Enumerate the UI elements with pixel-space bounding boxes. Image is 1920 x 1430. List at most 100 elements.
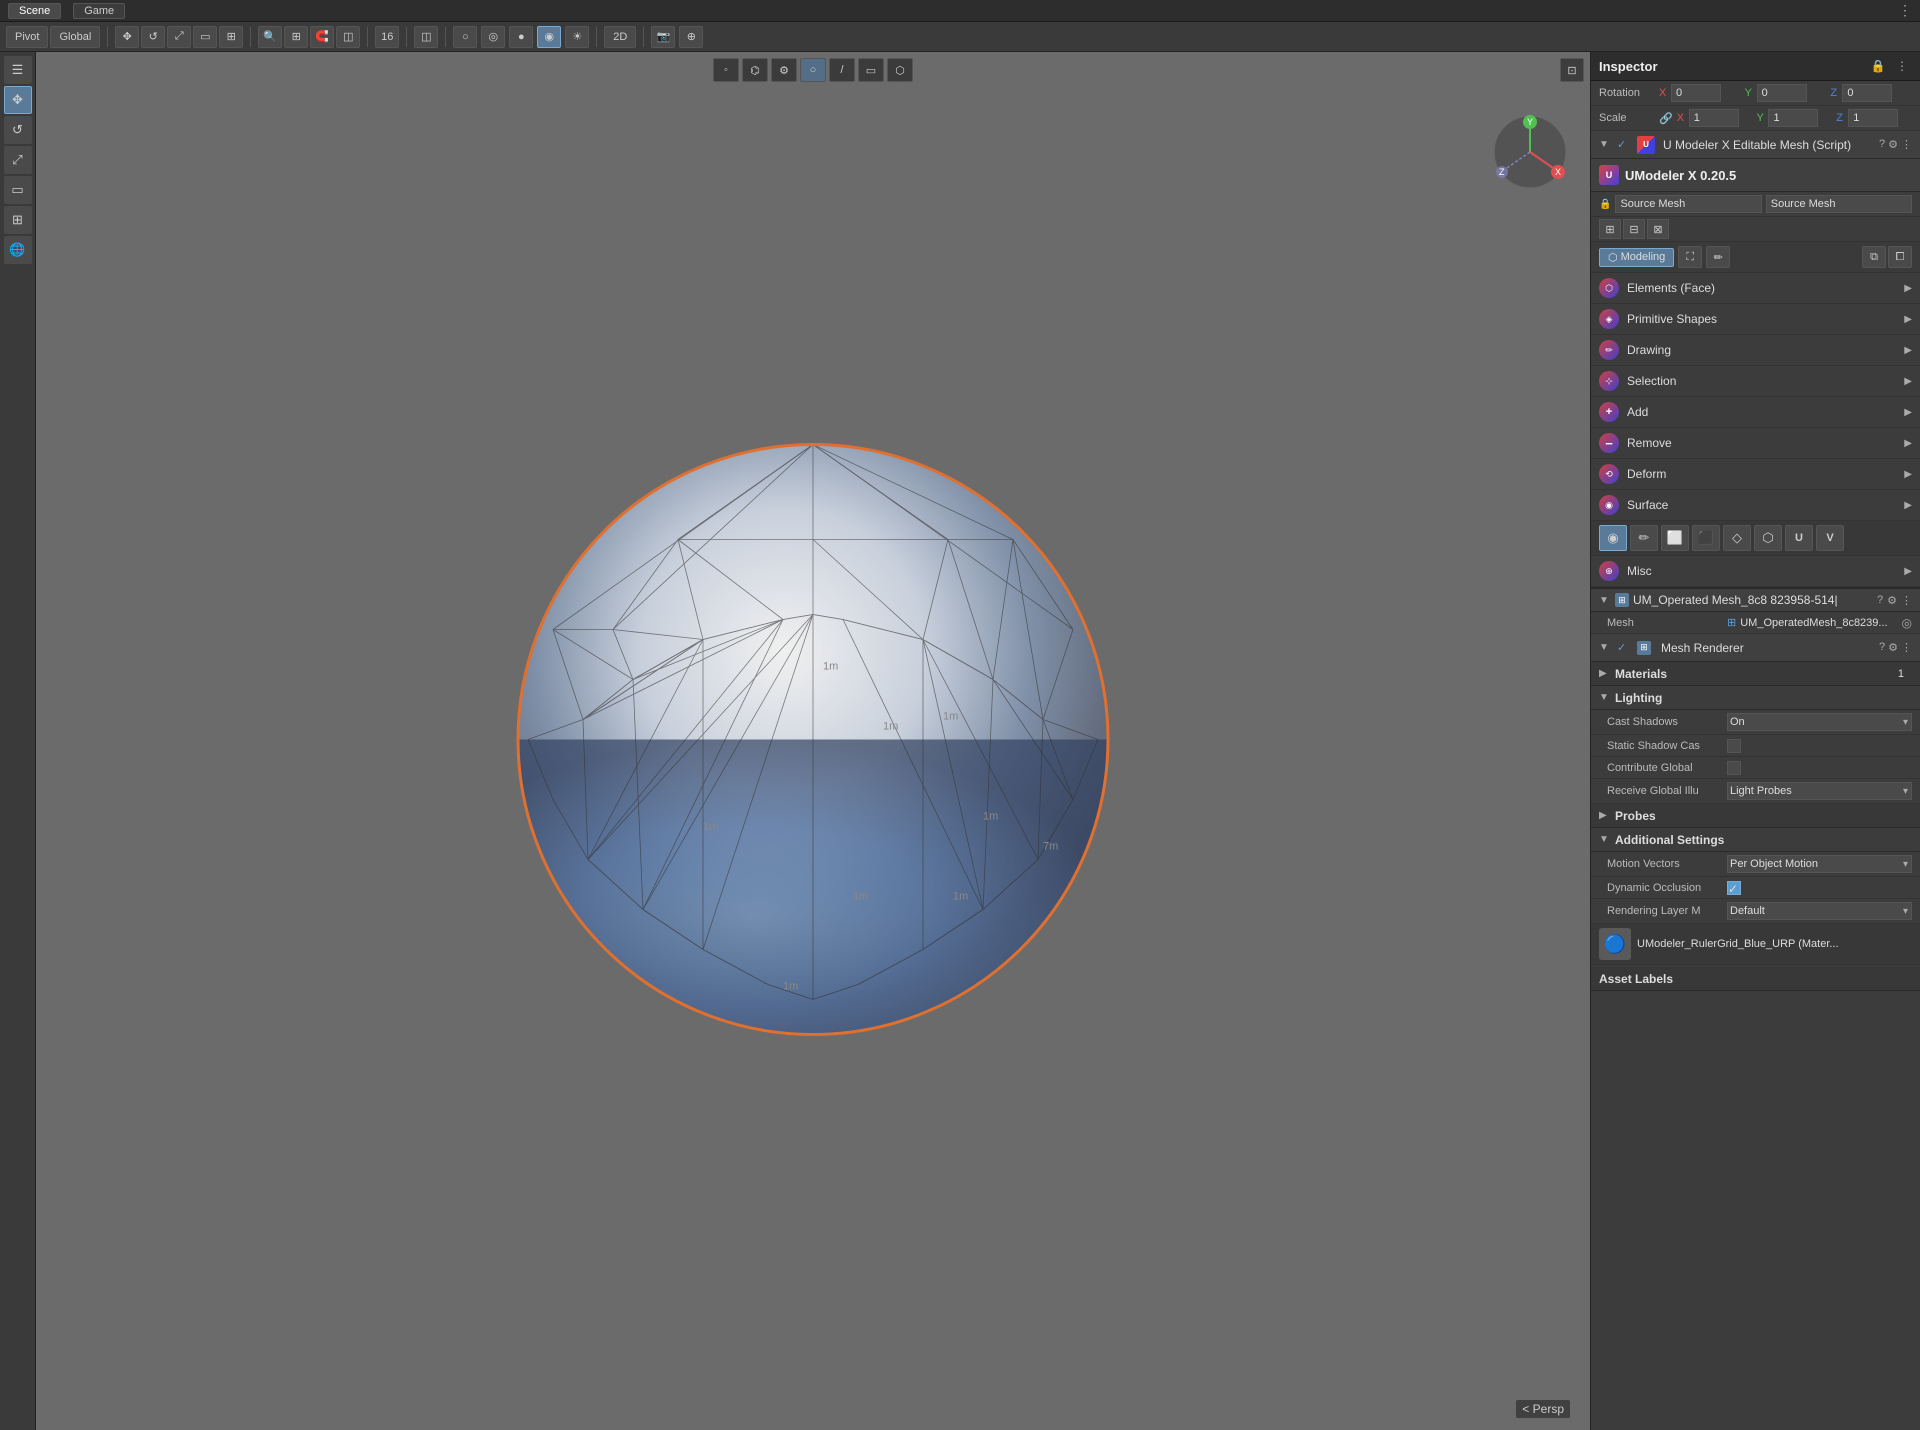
vp-top-right-btn[interactable]: ⊡ (1560, 58, 1584, 82)
2d-btn[interactable]: 2D (604, 26, 636, 48)
palette-square-btn[interactable]: ⬜ (1661, 525, 1689, 551)
pivot-button[interactable]: Pivot (6, 26, 48, 48)
drawing-item[interactable]: ✏ Drawing ▶ (1591, 335, 1920, 366)
modeling-copy-btn[interactable]: ⧉ (1862, 246, 1886, 268)
umodeler-settings-icon[interactable]: ⚙ (1888, 138, 1898, 151)
umodeler-component-header[interactable]: ▼ ✓ U U Modeler X Editable Mesh (Script)… (1591, 131, 1920, 159)
receive-global-dropdown[interactable]: Light Probes Lightmaps (1727, 782, 1912, 800)
circle2-btn[interactable]: ◎ (481, 26, 505, 48)
modeling-tree-btn[interactable]: ⛶ (1678, 246, 1702, 268)
palette-u-btn[interactable]: U (1785, 525, 1813, 551)
search-btn[interactable]: 🔍 (258, 26, 282, 48)
rect-tool-btn[interactable]: ▭ (193, 26, 217, 48)
palette-diamond-btn[interactable]: ◇ (1723, 525, 1751, 551)
probes-header[interactable]: ▶ Probes (1591, 804, 1920, 828)
move-tool-btn[interactable]: ✥ (115, 26, 139, 48)
scale-tool-btn[interactable]: ⤢ (167, 26, 191, 48)
umodeler-check-icon[interactable]: ✓ (1617, 138, 1631, 151)
gizmo-btn[interactable]: ⊕ (679, 26, 703, 48)
inspector-overflow-icon[interactable]: ⋮ (1892, 56, 1912, 76)
palette-v-btn[interactable]: V (1816, 525, 1844, 551)
vp-mode-btn2[interactable]: ⌬ (742, 58, 768, 82)
cast-shadows-select[interactable]: On Off (1727, 713, 1912, 731)
icon-row-btn3[interactable]: ⊠ (1647, 219, 1669, 239)
inspector-lock-icon[interactable]: 🔒 (1868, 56, 1888, 76)
sidebar-globe-icon[interactable]: 🌐 (4, 236, 32, 264)
sphere-btn[interactable]: ◉ (537, 26, 561, 48)
lighting-header[interactable]: ▼ Lighting (1591, 686, 1920, 710)
sidebar-scale-icon[interactable]: ⤢ (4, 146, 32, 174)
modeling-pencil-btn[interactable]: ✏ (1706, 246, 1730, 268)
materials-header[interactable]: ▶ Materials 1 (1591, 662, 1920, 686)
umodeler-question-icon[interactable]: ? (1879, 138, 1885, 151)
elements-face-item[interactable]: ⬡ Elements (Face) ▶ (1591, 273, 1920, 304)
vp-mode-btn1[interactable]: ◦ (713, 58, 739, 82)
mesh-renderer-settings-icon[interactable]: ⚙ (1888, 641, 1898, 654)
snap-btn[interactable]: 🧲 (310, 26, 334, 48)
rotation-y-input[interactable] (1757, 84, 1807, 102)
rotation-z-input[interactable] (1842, 84, 1892, 102)
mesh-question-icon[interactable]: ? (1877, 594, 1883, 607)
circle-btn[interactable]: ○ (453, 26, 477, 48)
rotate-tool-btn[interactable]: ↺ (141, 26, 165, 48)
vp-mode-btn4[interactable]: ○ (800, 58, 826, 82)
rendering-layer-select[interactable]: Default (1727, 902, 1912, 920)
camera-btn[interactable]: 📷 (651, 26, 675, 48)
sidebar-rect-icon[interactable]: ▭ (4, 176, 32, 204)
scale-x-input[interactable] (1689, 109, 1739, 127)
primitive-shapes-item[interactable]: ◈ Primitive Shapes ▶ (1591, 304, 1920, 335)
contribute-global-check[interactable] (1727, 761, 1741, 775)
motion-vectors-dropdown[interactable]: Per Object Motion Camera Motion Force No… (1727, 855, 1912, 873)
scale-y-input[interactable] (1768, 109, 1818, 127)
palette-sphere-btn[interactable]: ◉ (1599, 525, 1627, 551)
sidebar-menu-icon[interactable]: ☰ (4, 56, 32, 84)
global-button[interactable]: Global (50, 26, 100, 48)
cast-shadows-dropdown[interactable]: On Off (1727, 713, 1912, 731)
vp-mode-btn3[interactable]: ⚙ (771, 58, 797, 82)
selection-item[interactable]: ⊹ Selection ▶ (1591, 366, 1920, 397)
mesh-target-icon[interactable]: ◎ (1902, 616, 1912, 630)
top-bar-game-tab[interactable]: Game (73, 3, 125, 19)
sidebar-transform-icon[interactable]: ⊞ (4, 206, 32, 234)
mesh-renderer-overflow-icon[interactable]: ⋮ (1901, 641, 1912, 654)
mesh-overflow-icon[interactable]: ⋮ (1901, 594, 1912, 607)
transform-tool-btn[interactable]: ⊞ (219, 26, 243, 48)
palette-hex-btn[interactable]: ⬡ (1754, 525, 1782, 551)
vp-mode-btn6[interactable]: ▭ (858, 58, 884, 82)
additional-settings-header[interactable]: ▼ Additional Settings (1591, 828, 1920, 852)
rendering-layer-dropdown[interactable]: Default (1727, 902, 1912, 920)
sidebar-rotate-icon[interactable]: ↺ (4, 116, 32, 144)
palette-pencil-btn[interactable]: ✏ (1630, 525, 1658, 551)
modeling-window-btn[interactable]: ⧠ (1888, 246, 1912, 268)
static-shadow-check[interactable] (1727, 739, 1741, 753)
viewport[interactable]: ◦ ⌬ ⚙ ○ / ▭ ⬡ ⊡ (36, 52, 1590, 1430)
umodeler-overflow-icon[interactable]: ⋮ (1901, 138, 1912, 151)
scale-z-input[interactable] (1848, 109, 1898, 127)
icon-row-btn2[interactable]: ⊟ (1623, 219, 1645, 239)
dynamic-occlusion-check[interactable]: ✓ (1727, 881, 1741, 895)
grid-btn[interactable]: ⊞ (284, 26, 308, 48)
rotation-x-input[interactable] (1671, 84, 1721, 102)
palette-fill-btn[interactable]: ⬛ (1692, 525, 1720, 551)
sidebar-move-icon[interactable]: ✥ (4, 86, 32, 114)
mesh-renderer-header[interactable]: ▼ ✓ ⊞ Mesh Renderer ? ⚙ ⋮ (1591, 634, 1920, 662)
scale-link-icon[interactable]: 🔗 (1659, 112, 1673, 125)
misc-item[interactable]: ⊕ Misc ▶ (1591, 556, 1920, 587)
icon-row-btn1[interactable]: ⊞ (1599, 219, 1621, 239)
mesh-renderer-check[interactable]: ✓ (1617, 641, 1631, 654)
mesh-renderer-question-icon[interactable]: ? (1879, 641, 1885, 654)
layers2-btn[interactable]: ◫ (414, 26, 438, 48)
top-bar-scene-tab[interactable]: Scene (8, 3, 61, 19)
remove-item[interactable]: − Remove ▶ (1591, 428, 1920, 459)
asset-labels-header[interactable]: Asset Labels (1591, 967, 1920, 991)
overflow-icon[interactable]: ⋮ (1898, 2, 1912, 19)
add-item[interactable]: + Add ▶ (1591, 397, 1920, 428)
motion-vectors-select[interactable]: Per Object Motion Camera Motion Force No… (1727, 855, 1912, 873)
dot-btn[interactable]: ● (509, 26, 533, 48)
layers-btn[interactable]: ◫ (336, 26, 360, 48)
num-16-btn[interactable]: 16 (375, 26, 399, 48)
receive-global-select[interactable]: Light Probes Lightmaps (1727, 782, 1912, 800)
modeling-btn[interactable]: ⬡ Modeling (1599, 248, 1674, 267)
sun-btn[interactable]: ☀ (565, 26, 589, 48)
vp-mode-btn7[interactable]: ⬡ (887, 58, 913, 82)
